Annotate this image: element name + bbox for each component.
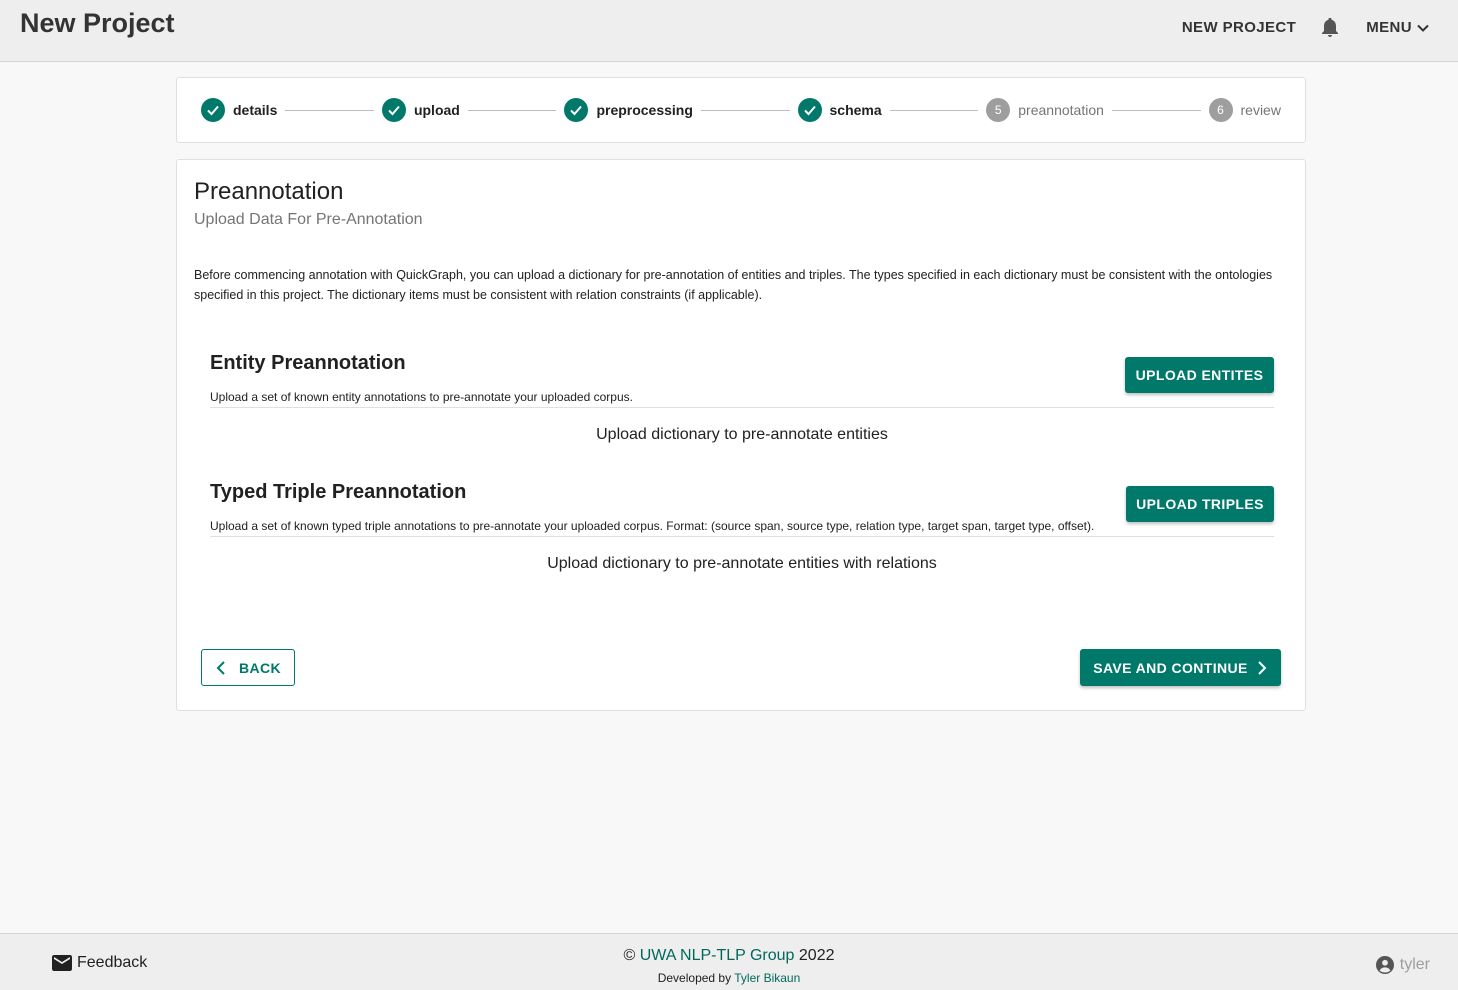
check-icon: [564, 98, 589, 122]
chevron-down-icon: [1417, 24, 1429, 32]
check-icon: [381, 98, 406, 122]
save-label: SAVE AND CONTINUE: [1093, 659, 1248, 676]
check-icon: [797, 98, 822, 122]
divider: [210, 407, 1274, 408]
step-number: 5: [986, 98, 1011, 122]
section-title: Entity Preannotation: [210, 352, 406, 374]
top-app-bar: New Project NEW PROJECT MENU: [0, 0, 1458, 62]
step-label: schema: [829, 102, 882, 118]
step-connector: [467, 109, 557, 111]
divider: [210, 536, 1274, 537]
save-and-continue-button[interactable]: SAVE AND CONTINUE: [1080, 649, 1281, 686]
card-title: Preannotation: [194, 178, 344, 205]
menu-label: MENU: [1366, 19, 1412, 36]
footer: Feedback © UWA NLP-TLP Group 2022 Develo…: [0, 933, 1458, 990]
step-label: preprocessing: [596, 102, 693, 118]
bell-icon[interactable]: [1318, 16, 1342, 40]
upload-entities-button[interactable]: UPLOAD ENTITES: [1125, 357, 1274, 393]
copyright: © UWA NLP-TLP Group 2022: [0, 947, 1458, 965]
triple-empty-message: Upload dictionary to pre-annotate entiti…: [547, 555, 937, 572]
section-subtitle: Upload a set of known entity annotations…: [210, 390, 633, 404]
step-preannotation[interactable]: 5 preannotation: [986, 98, 1104, 122]
upload-triples-button[interactable]: UPLOAD TRIPLES: [1126, 486, 1274, 522]
entity-preannotation-section: Entity Preannotation Upload a set of kno…: [210, 352, 1274, 443]
chevron-right-icon: [1258, 660, 1267, 675]
step-details[interactable]: details: [201, 98, 277, 122]
step-connector: [285, 109, 374, 111]
back-button[interactable]: BACK: [201, 649, 295, 686]
triple-preannotation-section: Typed Triple Preannotation Upload a set …: [210, 481, 1274, 572]
card-subtitle: Upload Data For Pre-Annotation: [194, 211, 423, 228]
step-review[interactable]: 6 review: [1208, 98, 1281, 122]
copyright-year: 2022: [798, 947, 835, 964]
project-stepper: details upload preprocessing schema 5 pr…: [176, 77, 1306, 143]
entity-empty-message: Upload dictionary to pre-annotate entiti…: [596, 426, 888, 443]
check-icon: [201, 98, 225, 122]
account-circle-icon: [1375, 956, 1394, 974]
step-label: upload: [413, 102, 460, 118]
section-title: Typed Triple Preannotation: [210, 481, 467, 503]
section-subtitle: Upload a set of known typed triple annot…: [210, 519, 1095, 533]
step-preprocessing[interactable]: preprocessing: [564, 98, 693, 122]
developed-by: Developed by Tyler Bikaun: [0, 971, 1458, 985]
chevron-left-icon: [216, 660, 225, 675]
preannotation-card: Preannotation Upload Data For Pre-Annota…: [176, 159, 1306, 711]
copyright-symbol: ©: [623, 947, 636, 964]
step-label: review: [1240, 102, 1281, 118]
author-link[interactable]: Tyler Bikaun: [734, 971, 800, 985]
organization-link[interactable]: UWA NLP-TLP Group: [640, 947, 795, 964]
back-label: BACK: [238, 659, 282, 676]
step-connector: [889, 109, 979, 111]
card-description: Before commencing annotation with QuickG…: [194, 268, 1273, 302]
page-title: New Project: [20, 8, 175, 38]
top-actions: NEW PROJECT MENU: [1174, 13, 1438, 42]
step-label: preannotation: [1018, 102, 1104, 118]
menu-button[interactable]: MENU: [1358, 13, 1438, 42]
developed-by-label: Developed by: [657, 971, 732, 985]
step-upload[interactable]: upload: [381, 98, 460, 122]
step-schema[interactable]: schema: [797, 98, 882, 122]
step-connector: [700, 109, 790, 111]
step-number: 6: [1208, 98, 1233, 122]
user-account[interactable]: tyler: [1375, 956, 1430, 974]
username: tyler: [1399, 956, 1430, 973]
step-connector: [1111, 109, 1201, 111]
step-label: details: [233, 102, 278, 118]
new-project-button[interactable]: NEW PROJECT: [1174, 13, 1304, 42]
